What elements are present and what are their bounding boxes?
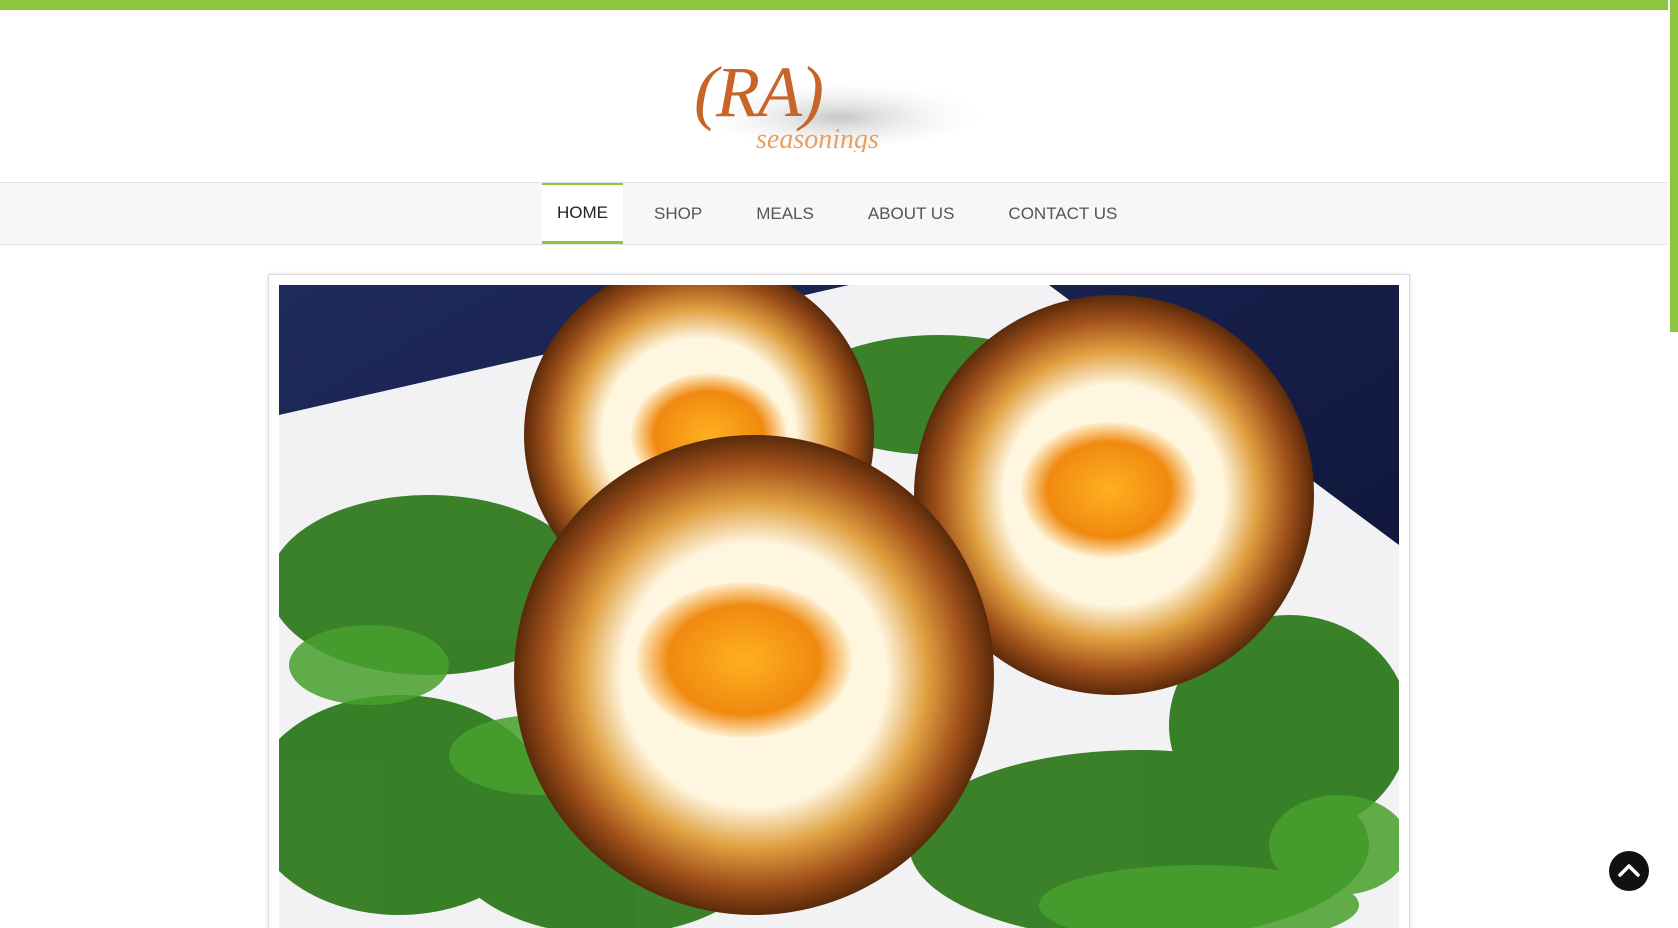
nav-item-contact-us[interactable]: CONTACT US [993,183,1132,244]
chevron-up-icon [1618,864,1640,877]
back-to-top-button[interactable] [1609,851,1649,891]
logo-main-text: (RA) [694,52,822,132]
site-header: (RA) seasonings [0,10,1668,182]
top-accent-bar [0,0,1678,10]
food-photo-icon [279,285,1399,928]
hero-image [279,285,1399,928]
scrollbar[interactable] [1668,0,1678,928]
nav-item-meals[interactable]: MEALS [741,183,829,244]
main-navigation: HOME SHOP MEALS ABOUT US CONTACT US [0,182,1668,245]
nav-item-home[interactable]: HOME [542,183,623,244]
logo[interactable]: (RA) seasonings [690,48,980,155]
nav-item-shop[interactable]: SHOP [639,183,717,244]
nav-list: HOME SHOP MEALS ABOUT US CONTACT US [542,183,1156,244]
page: (RA) seasonings HOME SHOP MEALS ABOUT US… [0,0,1678,928]
logo-graphic: (RA) seasonings [694,52,980,155]
scrollbar-thumb[interactable] [1670,0,1678,332]
logo-sub-text: seasonings [756,124,879,152]
nav-item-about-us[interactable]: ABOUT US [853,183,970,244]
hero-slider [268,274,1410,928]
